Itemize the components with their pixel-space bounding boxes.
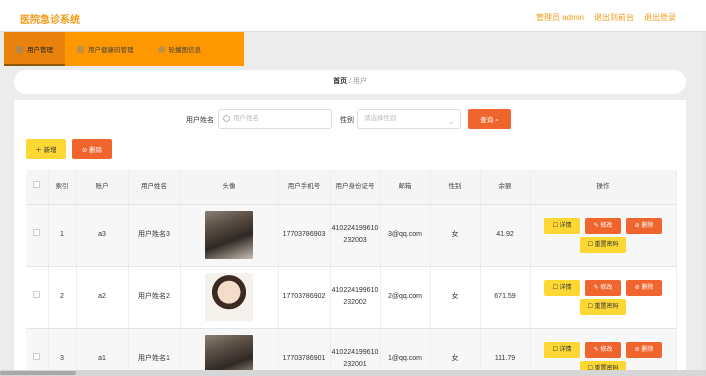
cell-account: a3 bbox=[76, 204, 129, 267]
breadcrumb-separator: / bbox=[349, 78, 351, 85]
cell-index: 1 bbox=[48, 204, 77, 267]
vertical-scrollbar[interactable] bbox=[702, 32, 706, 370]
detail-button[interactable]: ☐ 详情 bbox=[544, 341, 580, 358]
cell-idcard: 410224199610232003 bbox=[330, 204, 381, 267]
column-header: 用户手机号 bbox=[278, 170, 331, 205]
nav-item-label: 用户管理 bbox=[27, 47, 53, 54]
breadcrumb: 首页 / 用户 bbox=[14, 70, 686, 94]
logout-link[interactable]: 退出登录 bbox=[644, 12, 676, 23]
top-bar: 医院急诊系统 管理员 admin 退出到前台 退出登录 bbox=[0, 0, 706, 32]
cell-phone: 17703786902 bbox=[278, 266, 331, 329]
nav-item-label: 用户健康码管理 bbox=[88, 47, 134, 54]
back-to-front-link[interactable]: 退出到前台 bbox=[594, 12, 634, 23]
column-header: 账户 bbox=[76, 170, 129, 205]
name-label: 用户姓名 bbox=[186, 117, 214, 124]
scrollbar-thumb[interactable] bbox=[0, 371, 76, 375]
select-all-header[interactable] bbox=[26, 170, 49, 205]
cell-index: 2 bbox=[48, 266, 77, 329]
column-header: 用户身份证号 bbox=[330, 170, 381, 205]
table-row: 3 a1 用户姓名1 17703786901 41022419961023200… bbox=[26, 328, 677, 376]
avatar bbox=[205, 273, 253, 321]
qrcode-icon bbox=[77, 45, 84, 53]
cell-phone: 17703786901 bbox=[278, 328, 331, 376]
system-title: 医院急诊系统 bbox=[20, 15, 80, 26]
cell-idcard: 410224199610232002 bbox=[330, 266, 381, 329]
cell-gender: 女 bbox=[430, 328, 481, 376]
breadcrumb-home[interactable]: 首页 bbox=[333, 78, 347, 85]
user-icon bbox=[16, 45, 23, 53]
edit-button[interactable]: ✎ 修改 bbox=[585, 279, 621, 296]
edit-button[interactable]: ✎ 修改 bbox=[585, 217, 621, 234]
gender-label: 性别 bbox=[340, 117, 354, 124]
name-search-input[interactable]: 用户姓名 bbox=[218, 109, 332, 129]
reset-password-button[interactable]: ☐ 重置密码 bbox=[580, 236, 626, 253]
cell-name: 用户姓名1 bbox=[128, 328, 181, 376]
cell-account: a2 bbox=[76, 266, 129, 329]
table-row: 1 a3 用户姓名3 17703786903 41022419961023200… bbox=[26, 204, 677, 267]
nav-item-health-code[interactable]: 用户健康码管理 bbox=[65, 32, 146, 66]
add-button[interactable]: ＋ 新增 bbox=[26, 139, 66, 159]
cell-email: 1@qq.com bbox=[380, 328, 431, 376]
column-header: 邮箱 bbox=[380, 170, 431, 205]
column-header: 用户姓名 bbox=[128, 170, 181, 205]
avatar bbox=[205, 211, 253, 259]
cell-phone: 17703786903 bbox=[278, 204, 331, 267]
cell-balance: 111.79 bbox=[480, 328, 531, 376]
cell-gender: 女 bbox=[430, 266, 481, 329]
nav-item-carousel[interactable]: 轮播图信息 bbox=[146, 32, 214, 66]
cell-index: 3 bbox=[48, 328, 77, 376]
cell-name: 用户姓名2 bbox=[128, 266, 181, 329]
column-header: 索引 bbox=[48, 170, 77, 205]
admin-link[interactable]: 管理员 admin bbox=[536, 12, 584, 23]
gender-select[interactable]: 请选择性别 ⌄ bbox=[357, 109, 461, 129]
reset-password-button[interactable]: ☐ 重置密码 bbox=[580, 298, 626, 315]
table-row: 2 a2 用户姓名2 17703786902 41022419961023200… bbox=[26, 266, 677, 329]
row-actions: ☐ 详情 ✎ 修改 ⊘ 删除 ☐ 重置密码 bbox=[531, 279, 676, 315]
table-header-row: 索引 账户 用户姓名 头像 用户手机号 用户身份证号 邮箱 性别 余额 操作 bbox=[26, 170, 677, 205]
row-checkbox[interactable] bbox=[33, 353, 41, 360]
column-header: 余额 bbox=[480, 170, 531, 205]
cell-balance: 41.92 bbox=[480, 204, 531, 267]
gender-select-placeholder: 请选择性别 bbox=[364, 115, 397, 122]
cell-idcard: 410224199610232001 bbox=[330, 328, 381, 376]
nav-item-label: 轮播图信息 bbox=[168, 47, 202, 54]
detail-button[interactable]: ☐ 详情 bbox=[544, 217, 580, 234]
breadcrumb-current: 用户 bbox=[352, 78, 367, 85]
image-icon bbox=[157, 45, 165, 53]
cell-account: a1 bbox=[76, 328, 129, 376]
row-checkbox[interactable] bbox=[33, 291, 41, 298]
nav-item-user[interactable]: 用户管理 bbox=[4, 32, 65, 66]
detail-button[interactable]: ☐ 详情 bbox=[544, 279, 580, 296]
query-button[interactable]: 查询 ⌕ bbox=[468, 109, 511, 129]
name-search-placeholder: 用户姓名 bbox=[233, 115, 259, 122]
nav-bar: 用户管理 用户健康码管理 轮播图信息 bbox=[4, 32, 244, 66]
delete-button[interactable]: ⊘ 删除 bbox=[626, 217, 662, 234]
batch-delete-button[interactable]: ⊘ 删除 bbox=[72, 139, 112, 159]
column-header: 头像 bbox=[180, 170, 279, 205]
row-actions: ☐ 详情 ✎ 修改 ⊘ 删除 ☐ 重置密码 bbox=[531, 217, 676, 253]
select-all-checkbox[interactable] bbox=[33, 181, 41, 189]
search-icon bbox=[223, 115, 230, 122]
delete-button[interactable]: ⊘ 删除 bbox=[626, 341, 662, 358]
delete-button[interactable]: ⊘ 删除 bbox=[626, 279, 662, 296]
horizontal-scrollbar[interactable] bbox=[0, 370, 706, 376]
chevron-down-icon: ⌄ bbox=[448, 119, 454, 126]
cell-name: 用户姓名3 bbox=[128, 204, 181, 267]
user-table: 索引 账户 用户姓名 头像 用户手机号 用户身份证号 邮箱 性别 余额 操作 1… bbox=[26, 170, 677, 376]
row-checkbox[interactable] bbox=[33, 229, 41, 236]
column-header: 性别 bbox=[430, 170, 481, 205]
column-header: 操作 bbox=[530, 170, 677, 205]
cell-balance: 671.59 bbox=[480, 266, 531, 329]
cell-gender: 女 bbox=[430, 204, 481, 267]
search-row: 用户姓名 用户姓名 性别 请选择性别 ⌄ bbox=[14, 109, 686, 129]
main-panel: 用户姓名 用户姓名 性别 请选择性别 ⌄ 查询 ⌕ ＋ 新增 ⊘ 删除 索引 账… bbox=[14, 100, 686, 376]
cell-email: 3@qq.com bbox=[380, 204, 431, 267]
edit-button[interactable]: ✎ 修改 bbox=[585, 341, 621, 358]
top-links: 管理员 admin 退出到前台 退出登录 bbox=[536, 12, 676, 23]
cell-email: 2@qq.com bbox=[380, 266, 431, 329]
